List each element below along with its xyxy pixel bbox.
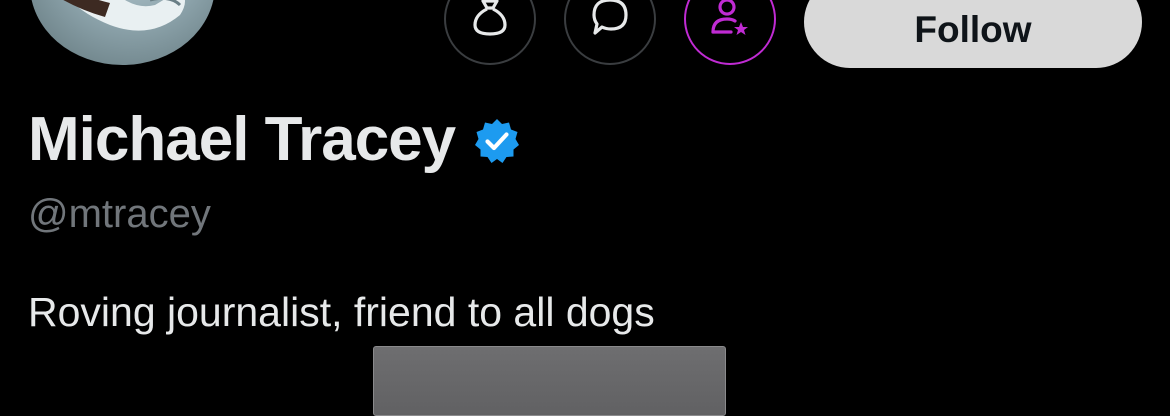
verified-badge-icon[interactable] <box>473 117 521 165</box>
message-bubble-icon <box>587 0 633 45</box>
person-star-icon <box>707 0 753 45</box>
redaction-box <box>373 346 726 416</box>
avatar-image <box>63 0 185 31</box>
subscribe-button[interactable] <box>684 0 776 65</box>
profile-bio: Roving journalist, friend to all dogs <box>28 289 655 335</box>
message-button[interactable] <box>564 0 656 65</box>
profile-handle: @mtracey <box>28 192 211 236</box>
display-name: Michael Tracey <box>28 105 456 174</box>
name-row: Michael Tracey <box>28 104 521 176</box>
avatar[interactable] <box>30 0 215 65</box>
tip-button[interactable] <box>444 0 536 65</box>
money-bag-icon <box>468 0 512 44</box>
follow-button[interactable]: Follow <box>804 0 1142 68</box>
